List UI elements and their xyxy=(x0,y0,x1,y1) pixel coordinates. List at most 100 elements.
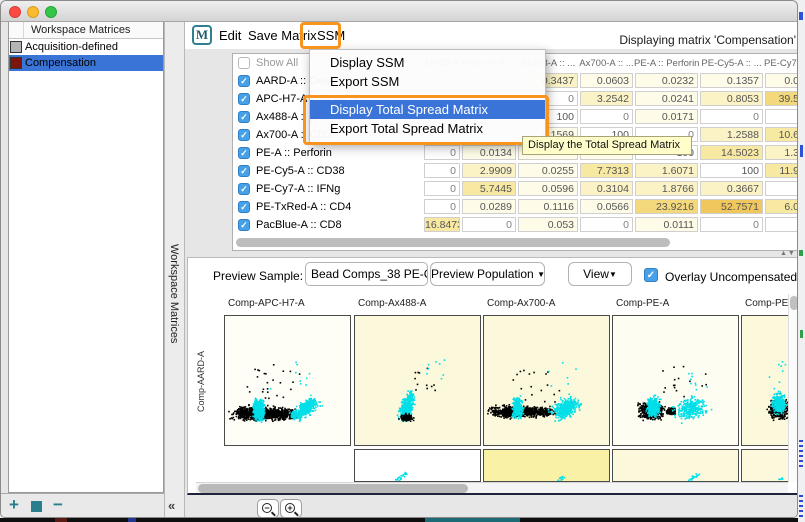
matrix-value-cell[interactable]: 11.9 xyxy=(764,162,798,180)
plots-horizontal-scrollbar[interactable] xyxy=(196,482,788,494)
scatter-plot[interactable] xyxy=(483,315,610,446)
parameter-label: PE-Cy7-A :: IFNg xyxy=(256,183,340,195)
matrix-value-cell[interactable]: 0 xyxy=(423,180,461,198)
matrix-value-cell[interactable]: 0.0171 xyxy=(634,108,699,126)
parameter-checkbox[interactable]: ✓ xyxy=(238,75,250,87)
matrix-value-cell[interactable]: 0.053 xyxy=(517,216,579,234)
desktop-edge xyxy=(798,0,805,522)
matrix-value-cell[interactable]: 100 xyxy=(699,162,764,180)
matrix-value-cell[interactable]: 1.8766 xyxy=(634,180,699,198)
scatter-plot[interactable] xyxy=(741,449,788,482)
matrix-list-item[interactable]: Acquisition-defined xyxy=(9,39,163,55)
scatter-plot[interactable] xyxy=(741,315,788,446)
matrix-row-label-cell: ✓PacBlue-A :: CD8 xyxy=(233,216,423,234)
matrix-value-cell[interactable]: 0.0134 xyxy=(461,144,517,162)
matrix-value-cell[interactable]: 0 xyxy=(699,216,764,234)
scatter-plot[interactable] xyxy=(483,449,610,482)
matrix-hscroll-thumb[interactable] xyxy=(236,238,670,247)
matrix-value-cell[interactable]: 23.9216 xyxy=(634,198,699,216)
matrix-value-cell[interactable]: 14.5023 xyxy=(699,144,764,162)
add-matrix-button[interactable]: + xyxy=(9,495,19,515)
matrix-value-cell[interactable]: 0 xyxy=(423,198,461,216)
matrix-value-cell[interactable]: 0.0232 xyxy=(634,72,699,90)
plots-hscroll-thumb[interactable] xyxy=(198,484,468,493)
matrix-value-cell[interactable]: 0.0111 xyxy=(634,216,699,234)
matrix-value-cell[interactable]: 6.0 xyxy=(764,198,798,216)
matrix-value-cell[interactable]: 1.6071 xyxy=(634,162,699,180)
matrix-value-cell[interactable] xyxy=(764,216,798,234)
matrix-value-cell[interactable]: 0.0289 xyxy=(461,198,517,216)
parameter-checkbox[interactable]: ✓ xyxy=(238,201,250,213)
scatter-plot[interactable] xyxy=(354,315,481,446)
matrix-value-cell[interactable]: 0.0 xyxy=(764,72,798,90)
duplicate-matrix-icon[interactable] xyxy=(31,501,42,512)
zoom-window-button[interactable] xyxy=(45,6,57,18)
plots-vscroll-thumb[interactable] xyxy=(790,296,798,310)
highlight-box-ssm xyxy=(300,22,341,49)
remove-matrix-button[interactable]: − xyxy=(53,495,63,515)
scatter-plot[interactable] xyxy=(224,315,351,446)
matrix-value-cell[interactable]: 0.1357 xyxy=(699,72,764,90)
scatter-plot[interactable] xyxy=(612,315,739,446)
matrix-value-cell[interactable]: 0 xyxy=(699,108,764,126)
collapse-panel-button[interactable]: « xyxy=(168,498,175,513)
matrix-value-cell[interactable] xyxy=(764,180,798,198)
matrix-value-cell[interactable]: 39.5 xyxy=(764,90,798,108)
view-button[interactable]: View▼ xyxy=(568,262,632,286)
screen: Workspace Matrices Acquisition-definedCo… xyxy=(0,0,805,522)
matrix-value-cell[interactable]: 0.0241 xyxy=(634,90,699,108)
matrix-value-cell[interactable]: 2.9909 xyxy=(461,162,517,180)
parameter-checkbox[interactable]: ✓ xyxy=(238,129,250,141)
matrix-value-cell[interactable]: 0 xyxy=(423,162,461,180)
plots-vertical-scrollbar[interactable] xyxy=(788,294,798,482)
matrix-value-cell[interactable]: 0.0603 xyxy=(579,72,634,90)
desktop-bottom-edge xyxy=(0,518,798,522)
matrix-value-cell[interactable]: 7.7313 xyxy=(579,162,634,180)
parameter-checkbox[interactable]: ✓ xyxy=(238,165,250,177)
matrix-value-cell[interactable]: 0.0596 xyxy=(517,180,579,198)
matrix-value-cell[interactable]: 0 xyxy=(579,216,634,234)
matrix-list-item[interactable]: Compensation xyxy=(9,55,163,71)
parameter-checkbox[interactable]: ✓ xyxy=(238,219,250,231)
preview-sample-combo[interactable]: Bead Comps_38 PE-Cy5 xyxy=(305,262,428,286)
preview-bottom-bar: − + xyxy=(185,495,798,518)
parameter-checkbox[interactable]: ✓ xyxy=(238,93,250,105)
scatter-plot[interactable] xyxy=(354,449,481,482)
matrix-value-cell[interactable]: 0 xyxy=(579,108,634,126)
zoom-in-button[interactable]: + xyxy=(280,499,302,518)
preview-population-label: Preview Population xyxy=(431,267,534,281)
matrix-value-cell[interactable] xyxy=(764,108,798,126)
splitter-arrows-icon[interactable]: ▲▼ xyxy=(780,250,796,257)
menu-edit[interactable]: Edit xyxy=(219,28,241,43)
matrix-value-cell[interactable]: 0 xyxy=(461,216,517,234)
preview-sample-label: Preview Sample: xyxy=(213,269,303,283)
menu-item-display-ssm[interactable]: Display SSM xyxy=(310,53,545,72)
matrix-value-cell[interactable]: 0.8053 xyxy=(699,90,764,108)
vertical-tab-label: Workspace Matrices xyxy=(168,244,180,343)
matrix-value-cell[interactable]: 0.3667 xyxy=(699,180,764,198)
show-all-checkbox[interactable] xyxy=(238,57,250,69)
parameter-checkbox[interactable]: ✓ xyxy=(238,183,250,195)
minimize-window-button[interactable] xyxy=(27,6,39,18)
scatter-plot[interactable] xyxy=(612,449,739,482)
matrix-value-cell[interactable]: 1.3 xyxy=(764,144,798,162)
matrix-value-cell[interactable]: 5.7445 xyxy=(461,180,517,198)
preview-population-button[interactable]: Preview Population ▼ xyxy=(430,262,545,286)
matrix-value-cell[interactable]: 52.7571 xyxy=(699,198,764,216)
matrix-value-cell[interactable]: 0.1116 xyxy=(517,198,579,216)
matrix-value-cell[interactable]: 10.6 xyxy=(764,126,798,144)
matrix-value-cell[interactable]: 0.0566 xyxy=(579,198,634,216)
matrix-value-cell[interactable]: 3.2542 xyxy=(579,90,634,108)
overlay-uncompensated-checkbox[interactable]: ✓ xyxy=(644,268,658,282)
close-window-button[interactable] xyxy=(9,6,21,18)
menu-item-export-ssm[interactable]: Export SSM xyxy=(310,72,545,91)
matrix-value-cell[interactable]: 1.2588 xyxy=(699,126,764,144)
zoom-out-button[interactable]: − xyxy=(257,499,279,518)
matrix-value-cell[interactable]: 0 xyxy=(423,144,461,162)
matrix-value-cell[interactable]: 16.8473 xyxy=(423,216,461,234)
matrix-horizontal-scrollbar[interactable] xyxy=(235,237,795,248)
parameter-checkbox[interactable]: ✓ xyxy=(238,111,250,123)
matrix-value-cell[interactable]: 0.0255 xyxy=(517,162,579,180)
matrix-value-cell[interactable]: 0.3104 xyxy=(579,180,634,198)
parameter-checkbox[interactable]: ✓ xyxy=(238,147,250,159)
